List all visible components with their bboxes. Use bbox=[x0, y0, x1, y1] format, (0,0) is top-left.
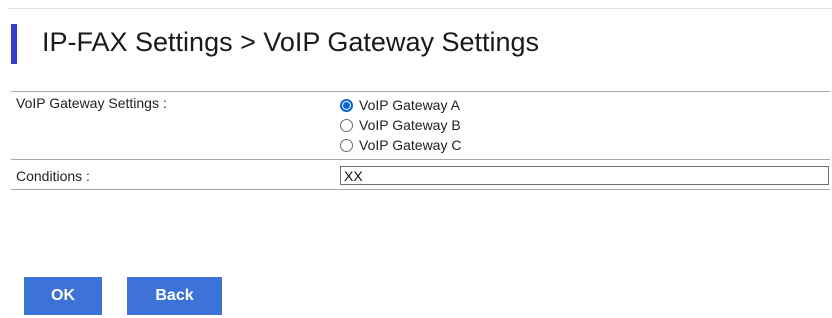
row-divider-middle bbox=[11, 159, 830, 160]
page-top-border bbox=[8, 8, 832, 9]
radio-unchecked-icon[interactable] bbox=[340, 138, 353, 152]
radio-option-gateway-a[interactable]: VoIP Gateway A bbox=[340, 96, 460, 114]
radio-label-gateway-b: VoIP Gateway B bbox=[359, 117, 461, 133]
back-button[interactable]: Back bbox=[127, 277, 222, 315]
radio-checked-icon[interactable] bbox=[340, 98, 353, 112]
title-accent-bar bbox=[11, 24, 17, 64]
page-title: IP-FAX Settings > VoIP Gateway Settings bbox=[42, 27, 540, 57]
radio-label-gateway-c: VoIP Gateway C bbox=[359, 137, 462, 153]
gateway-settings-label: VoIP Gateway Settings : bbox=[16, 95, 167, 111]
ok-button[interactable]: OK bbox=[24, 277, 102, 315]
radio-unchecked-icon[interactable] bbox=[340, 118, 353, 132]
row-divider-top bbox=[11, 91, 830, 92]
radio-option-gateway-c[interactable]: VoIP Gateway C bbox=[340, 136, 461, 154]
conditions-input[interactable] bbox=[340, 166, 829, 185]
radio-option-gateway-b[interactable]: VoIP Gateway B bbox=[340, 116, 461, 134]
row-divider-bottom bbox=[11, 189, 830, 190]
radio-label-gateway-a: VoIP Gateway A bbox=[359, 97, 460, 113]
conditions-label: Conditions : bbox=[16, 168, 90, 184]
